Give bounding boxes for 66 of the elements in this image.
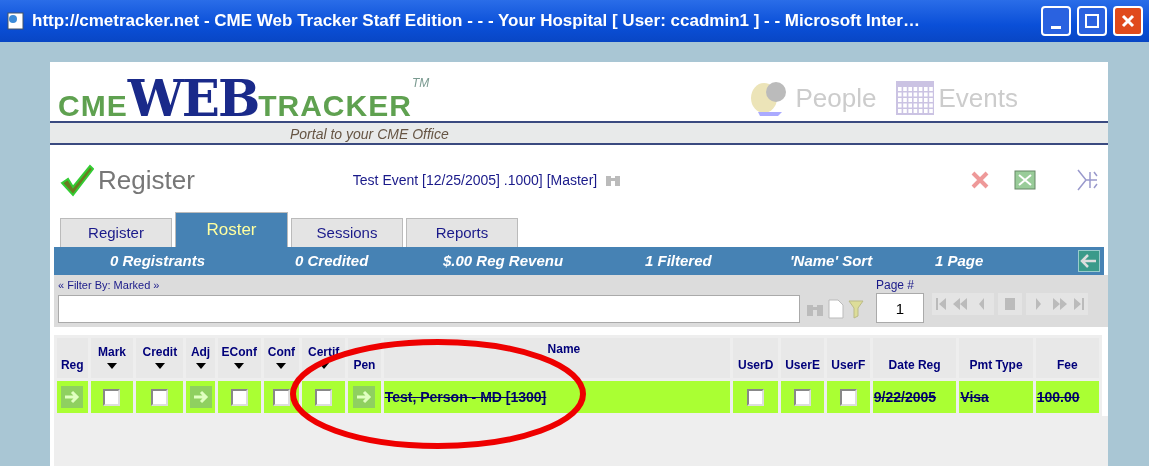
column-header[interactable]: Conf <box>263 338 300 378</box>
checkbox[interactable] <box>794 389 812 407</box>
checkbox[interactable] <box>315 389 333 407</box>
column-header[interactable]: Credit <box>136 338 184 378</box>
table-cell: Test, Person - MD [1300] <box>383 381 731 413</box>
column-header[interactable]: Reg <box>57 338 88 378</box>
tab[interactable]: Roster <box>175 211 288 247</box>
summary-stat: 0 Credited <box>295 250 370 271</box>
spreadsheet-icon[interactable] <box>1014 170 1036 190</box>
caret-icon[interactable] <box>107 362 117 369</box>
column-header[interactable]: EConf <box>217 338 261 378</box>
column-header[interactable]: Date Reg <box>872 338 957 378</box>
table-cell: 9/22/2005 <box>872 381 957 413</box>
checkbox[interactable] <box>272 389 290 407</box>
event-title: Test Event [12/25/2005] .1000] [Master] <box>352 170 598 190</box>
summary-stat: 0 Registrants <box>110 250 207 271</box>
column-header[interactable]: Pmt Type <box>959 338 1033 378</box>
filter-label[interactable]: « Filter By: Marked » <box>58 277 160 294</box>
tab[interactable]: Reports <box>406 217 518 247</box>
tab[interactable]: Sessions <box>291 217 403 247</box>
table-cell: Visa <box>959 381 1033 413</box>
browser-page-icon <box>6 11 26 31</box>
table-cell: 100.00 <box>1035 381 1099 413</box>
column-header[interactable]: UserF <box>826 338 870 378</box>
checkbox[interactable] <box>103 389 121 407</box>
checkbox[interactable] <box>230 389 248 407</box>
summary-stat: $.00 Reg Revenu <box>443 250 565 271</box>
minimize-icon <box>1051 25 1061 29</box>
column-header[interactable]: Mark <box>90 338 134 378</box>
back-arrow-icon[interactable] <box>1078 250 1100 272</box>
tab[interactable]: Register <box>60 217 172 247</box>
column-header[interactable]: Adj <box>186 338 215 378</box>
checkmark-icon <box>60 163 94 197</box>
delete-icon[interactable] <box>970 170 990 190</box>
maximize-icon <box>1084 13 1100 29</box>
checkbox[interactable] <box>151 389 169 407</box>
logo: CMEWEBTRACKER TM <box>58 74 430 122</box>
close-button[interactable] <box>1113 6 1143 36</box>
minimize-button[interactable] <box>1041 6 1071 36</box>
filter-field[interactable] <box>58 295 800 323</box>
page-number-label: Page # <box>876 277 915 294</box>
summary-stat: 1 Page <box>935 250 984 271</box>
checkbox[interactable] <box>747 389 765 407</box>
column-header[interactable]: UserE <box>781 338 824 378</box>
calendar-icon <box>894 80 935 116</box>
arrow-icon <box>64 390 81 405</box>
close-icon <box>1120 13 1136 29</box>
caret-icon[interactable] <box>195 362 206 369</box>
arrow-icon <box>356 390 373 405</box>
hierarchy-icon[interactable] <box>1076 168 1098 192</box>
window-title: http://cmetracker.net - CME Web Tracker Staff Edition - - - Your Hospital [ User: ccadmin1 ] - - Microsoft Inter… <box>32 10 921 33</box>
caret-icon[interactable] <box>234 362 245 369</box>
caret-icon[interactable] <box>276 362 287 369</box>
summary-stat: 1 Filtered <box>645 250 713 271</box>
column-header[interactable]: Name <box>383 338 731 378</box>
arrow-icon <box>192 390 209 405</box>
checkbox[interactable] <box>839 389 857 407</box>
binoculars-icon[interactable] <box>605 173 622 187</box>
maximize-button[interactable] <box>1077 6 1107 36</box>
page-heading: Register <box>98 163 195 197</box>
logo-tagline: Portal to your CME Office <box>290 125 449 144</box>
column-header[interactable]: Fee <box>1035 338 1099 378</box>
page-number-field[interactable]: 1 <box>876 293 924 323</box>
caret-icon[interactable] <box>154 362 165 369</box>
summary-stat: 'Name' Sort <box>790 250 874 271</box>
column-header[interactable]: UserD <box>733 338 779 378</box>
